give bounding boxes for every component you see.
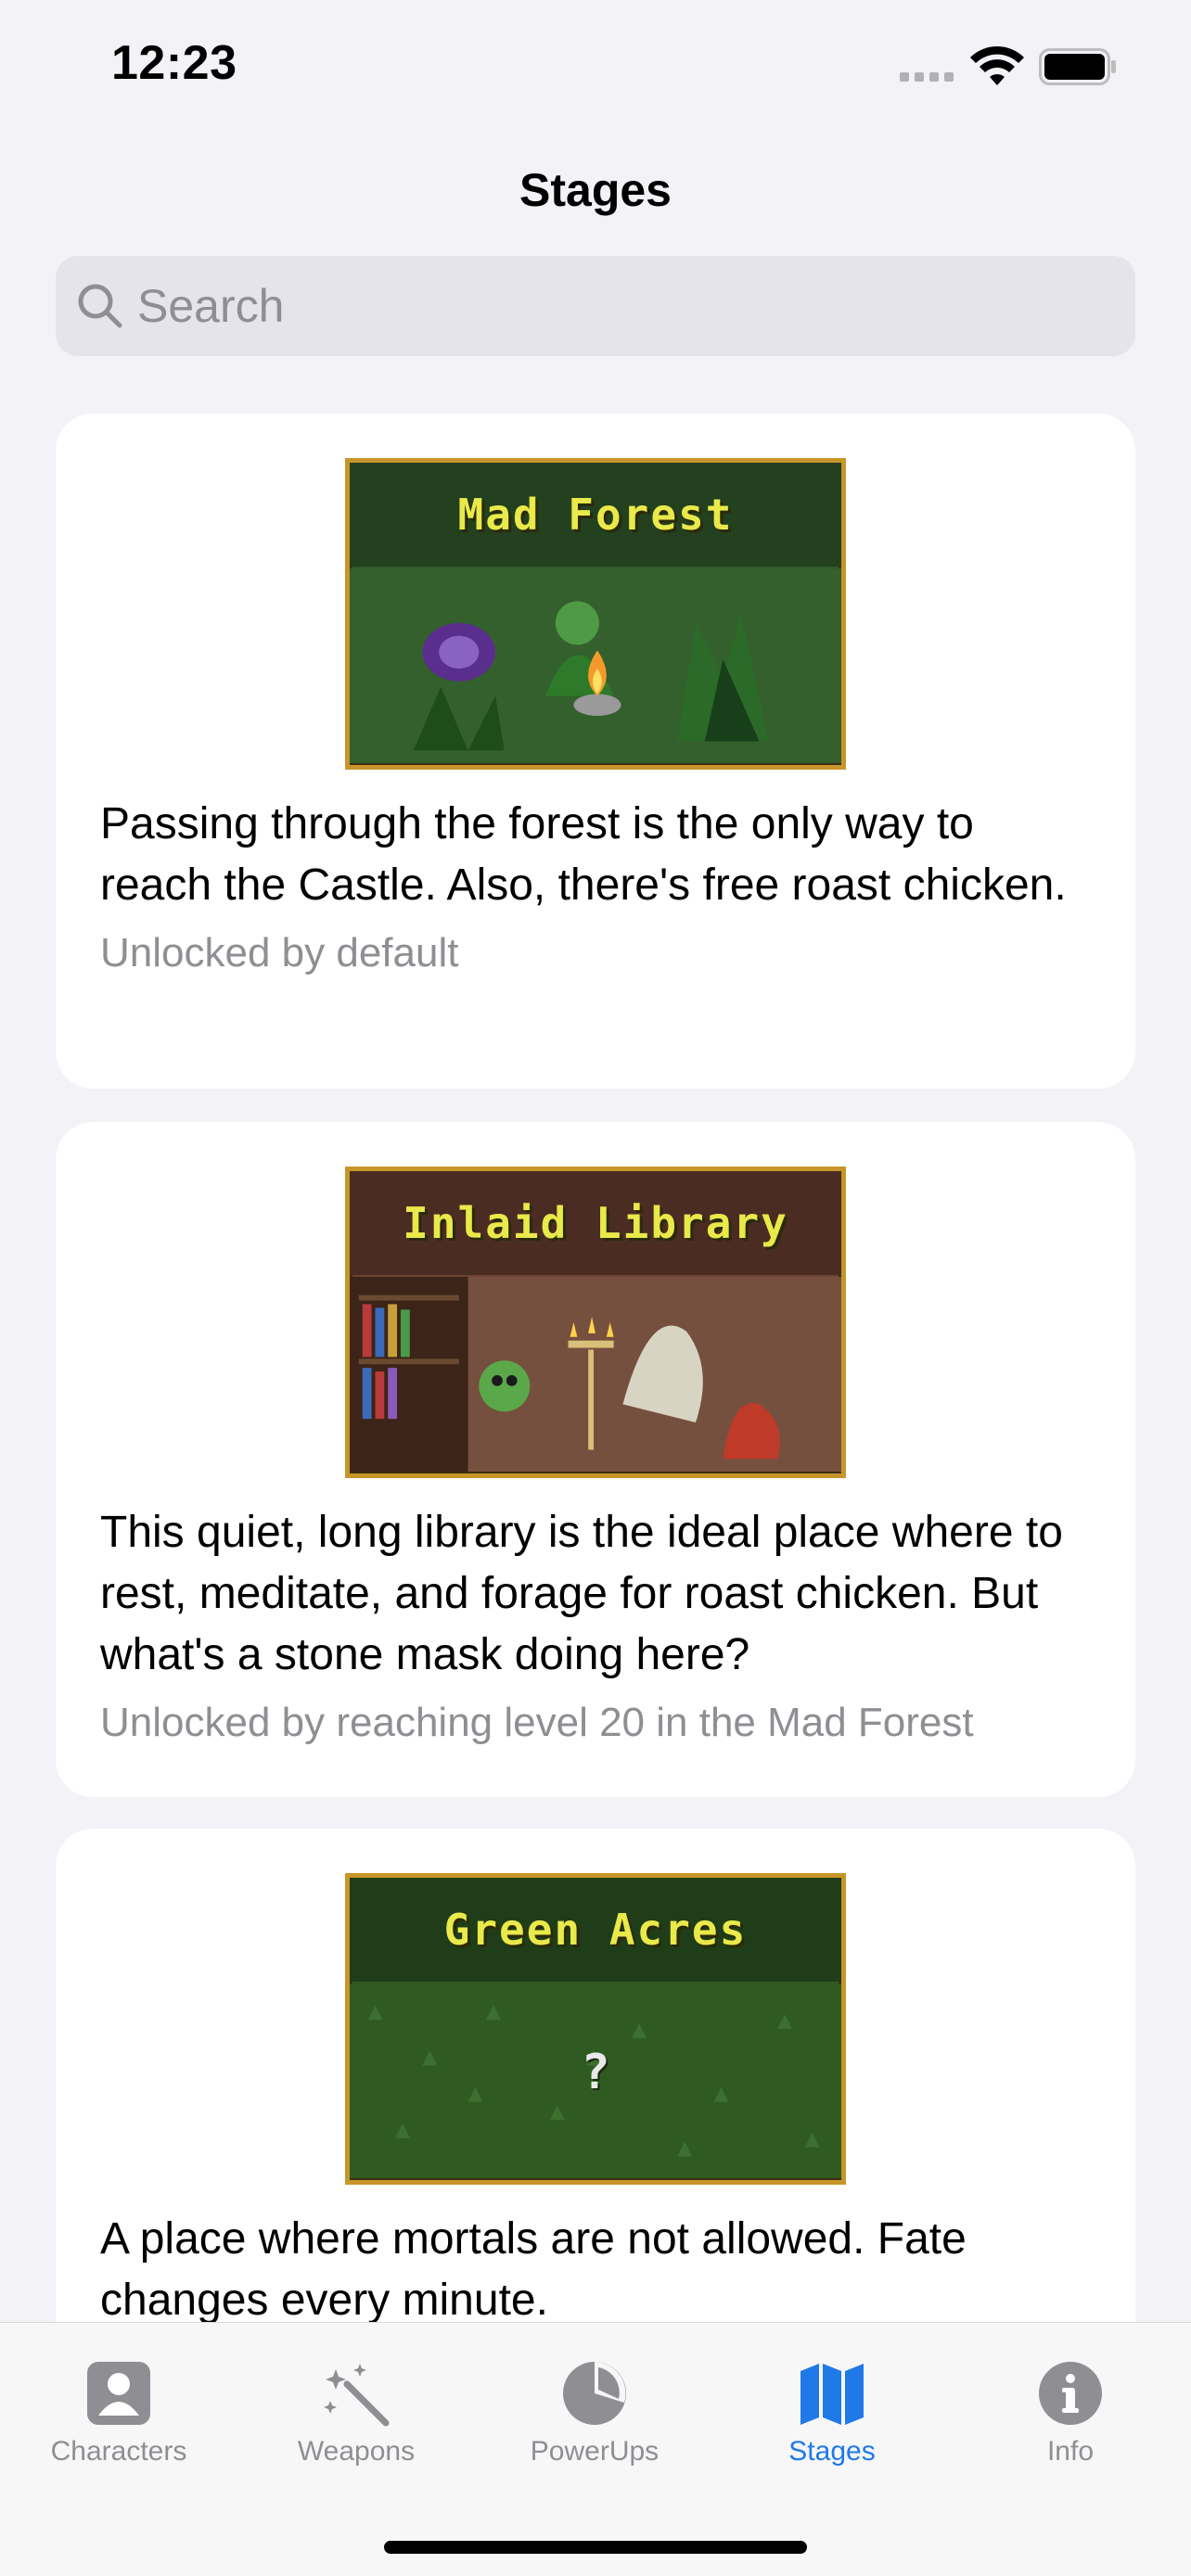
- home-indicator[interactable]: [384, 2541, 807, 2554]
- tab-characters[interactable]: Characters: [26, 2360, 211, 2468]
- tab-stages[interactable]: Stages: [739, 2360, 925, 2468]
- stage-banner-title: Green Acres: [350, 1878, 841, 1982]
- tab-powerups[interactable]: PowerUps: [502, 2360, 687, 2468]
- stage-card-mad-forest[interactable]: Mad Forest Passing through the forest is…: [56, 414, 1135, 1089]
- tab-label: Characters: [50, 2436, 187, 2467]
- stage-card-inlaid-library[interactable]: Inlaid Library This quiet, long library …: [56, 1122, 1135, 1797]
- forest-monsters-art: [350, 567, 841, 764]
- search-icon: [78, 284, 122, 328]
- magic-wand-icon: [324, 2364, 390, 2427]
- status-bar: 12:23: [0, 0, 1191, 139]
- tab-weapons[interactable]: Weapons: [263, 2360, 449, 2468]
- tab-label: Stages: [788, 2436, 876, 2467]
- stage-banner-title: Inlaid Library: [350, 1171, 841, 1275]
- tab-label: PowerUps: [530, 2436, 660, 2467]
- stage-list[interactable]: Mad Forest Passing through the forest is…: [0, 414, 1191, 2322]
- stage-description: Passing through the forest is the only w…: [100, 799, 1067, 910]
- library-monsters-art: [350, 1276, 841, 1473]
- tab-label: Info: [1046, 2436, 1095, 2467]
- search-bar[interactable]: [56, 256, 1135, 356]
- stage-description: A place where mortals are not allowed. F…: [100, 2214, 967, 2322]
- stage-description: This quiet, long library is the ideal pl…: [100, 1508, 1063, 1679]
- stage-banner-image: Mad Forest: [345, 458, 846, 770]
- map-icon: [800, 2364, 864, 2425]
- stage-banner-title: Mad Forest: [350, 463, 841, 567]
- stage-unlock-condition: Unlocked by default: [100, 930, 459, 976]
- stage-banner-image: Inlaid Library: [345, 1167, 846, 1478]
- wifi-icon: [970, 45, 1024, 85]
- tab-label: Weapons: [297, 2436, 416, 2467]
- unknown-stage-symbol: ?: [581, 2045, 610, 2100]
- cellular-dots-icon: [900, 72, 954, 82]
- stages-screen: 12:23 Stages Mad Forest: [0, 0, 1191, 2576]
- stage-unlock-condition: Unlocked by reaching level 20 in the Mad…: [100, 1700, 974, 1745]
- pie-chart-icon: [563, 2362, 626, 2425]
- tab-info[interactable]: Info: [978, 2360, 1163, 2468]
- battery-icon: [1039, 48, 1116, 85]
- status-time: 12:23: [111, 36, 237, 90]
- tab-bar: Characters Weapons PowerUps Stages Info: [0, 2322, 1191, 2576]
- person-square-icon: [87, 2362, 150, 2425]
- page-title: Stages: [519, 164, 672, 216]
- search-input[interactable]: [137, 279, 1065, 333]
- stage-banner-image: Green Acres ?: [345, 1873, 846, 2185]
- stage-card-green-acres[interactable]: Green Acres ? A place where mortals are …: [56, 1829, 1135, 2322]
- info-circle-icon: [1039, 2362, 1102, 2425]
